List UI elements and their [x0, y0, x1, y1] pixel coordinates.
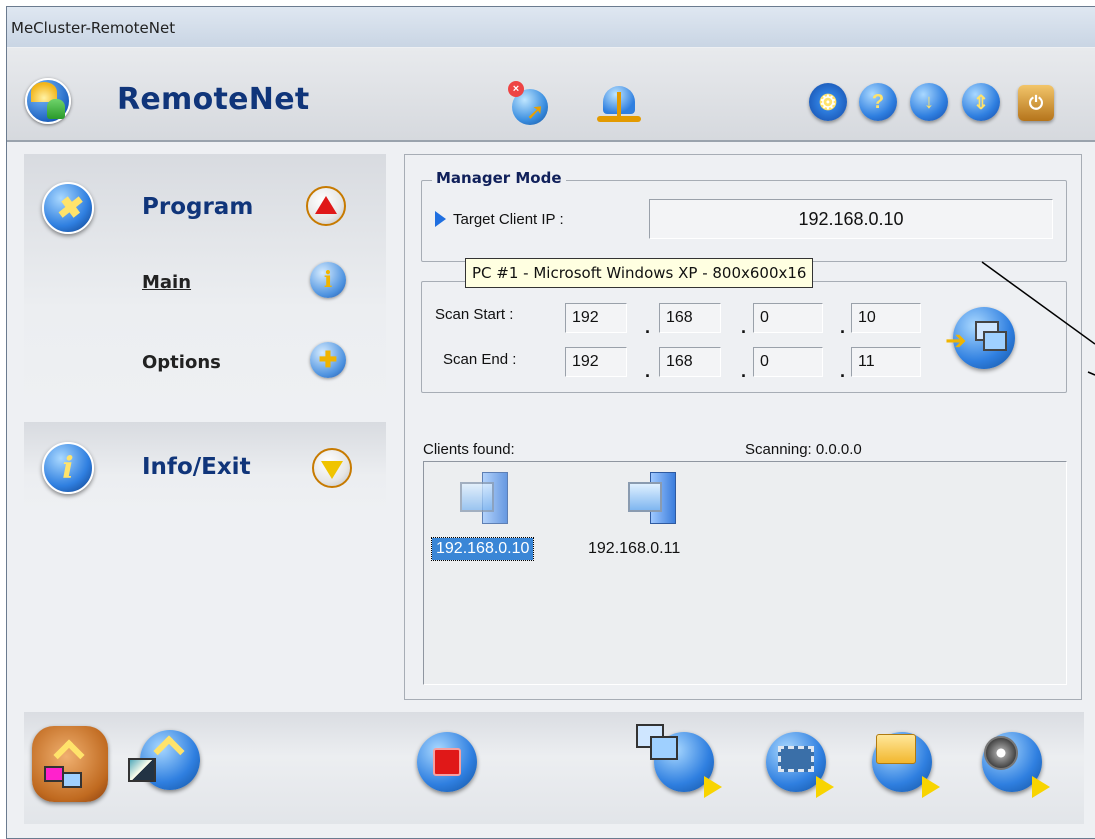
app-title: RemoteNet: [117, 82, 310, 117]
upload-icon[interactable]: ⇕: [962, 83, 1000, 121]
tools-icon[interactable]: ✖: [42, 182, 94, 234]
video-icon[interactable]: [766, 732, 834, 798]
clients-list[interactable]: 192.168.0.10 192.168.0.11: [423, 461, 1067, 685]
window-title: MeCluster-RemoteNet: [11, 19, 176, 37]
settings-icon[interactable]: ⚙: [809, 83, 847, 121]
scan-end-octet-2[interactable]: 168: [659, 347, 721, 377]
download-icon[interactable]: ↓: [910, 83, 948, 121]
clients-found-label: Clients found:: [423, 441, 515, 458]
scan-end-octet-1[interactable]: 192: [565, 347, 627, 377]
sidebar-item-options[interactable]: Options: [142, 352, 221, 373]
remotenet-logo-icon: [25, 78, 71, 124]
manager-mode-legend: Manager Mode: [432, 169, 566, 187]
client-ip: 192.168.0.11: [588, 540, 681, 557]
monitor-icon: [628, 482, 662, 512]
sidebar-title-program[interactable]: Program: [142, 194, 253, 220]
screen-view-icon[interactable]: [128, 730, 200, 790]
collapse-program-button[interactable]: [306, 186, 346, 226]
target-client-ip-label: Target Client IP :: [453, 211, 564, 228]
window-titlebar: MeCluster-RemoteNet: [7, 7, 1095, 47]
main-panel: Manager Mode Target Client IP : 192.168.…: [404, 154, 1082, 700]
options-icon[interactable]: ✚: [310, 342, 346, 378]
scan-start-octet-1[interactable]: 192: [565, 303, 627, 333]
dot-separator: .: [645, 361, 651, 381]
client-item[interactable]: 192.168.0.10: [430, 468, 562, 578]
scan-end-octet-3[interactable]: 0: [753, 347, 823, 377]
power-icon[interactable]: ⏻: [1018, 85, 1054, 121]
stop-icon[interactable]: [417, 732, 477, 792]
dot-separator: .: [840, 361, 846, 381]
expand-info-exit-button[interactable]: [312, 448, 352, 488]
audio-icon[interactable]: [982, 732, 1050, 798]
sidebar-section-program: ✖ Program Main i Options ✚: [24, 154, 386, 412]
dot-separator: .: [741, 361, 747, 381]
sidebar: ✖ Program Main i Options ✚ i Info/Exit: [24, 154, 386, 698]
sidebar-title-info-exit[interactable]: Info/Exit: [142, 454, 251, 480]
target-arrow-icon: [435, 211, 446, 227]
client-item[interactable]: 192.168.0.11: [584, 468, 714, 578]
bottom-toolbar: [24, 712, 1084, 824]
start-scan-button[interactable]: ➔: [945, 307, 1015, 369]
client-ip: 192.168.0.10: [430, 537, 535, 561]
network-icon[interactable]: [595, 84, 643, 126]
target-client-ip-field[interactable]: 192.168.0.10: [649, 199, 1053, 239]
dot-separator: .: [840, 317, 846, 337]
info-icon[interactable]: i: [42, 442, 94, 494]
scan-start-octet-4[interactable]: 10: [851, 303, 921, 333]
client-list-icon[interactable]: [32, 726, 108, 802]
file-transfer-icon[interactable]: [872, 732, 940, 798]
globe-disconnect-icon[interactable]: × ➚: [504, 79, 552, 127]
help-icon[interactable]: ?: [859, 83, 897, 121]
app-header: RemoteNet × ➚ ⚙ ? ↓ ⇕ ⏻: [7, 48, 1095, 142]
client-tooltip: PC #1 - Microsoft Windows XP - 800x600x1…: [465, 258, 814, 288]
scan-start-octet-2[interactable]: 168: [659, 303, 721, 333]
scan-end-octet-4[interactable]: 11: [851, 347, 921, 377]
scanning-status: Scanning: 0.0.0.0: [745, 441, 862, 458]
sidebar-item-main[interactable]: Main: [142, 272, 191, 293]
monitor-icon: [460, 482, 494, 512]
scan-end-label: Scan End :: [443, 351, 517, 368]
scan-start-label: Scan Start :: [435, 306, 514, 323]
scan-start-octet-3[interactable]: 0: [753, 303, 823, 333]
dot-separator: .: [645, 317, 651, 337]
dot-separator: .: [741, 317, 747, 337]
info-main-icon[interactable]: i: [310, 262, 346, 298]
remote-desktop-icon[interactable]: [636, 724, 722, 798]
sidebar-section-info-exit: i Info/Exit: [24, 422, 386, 512]
